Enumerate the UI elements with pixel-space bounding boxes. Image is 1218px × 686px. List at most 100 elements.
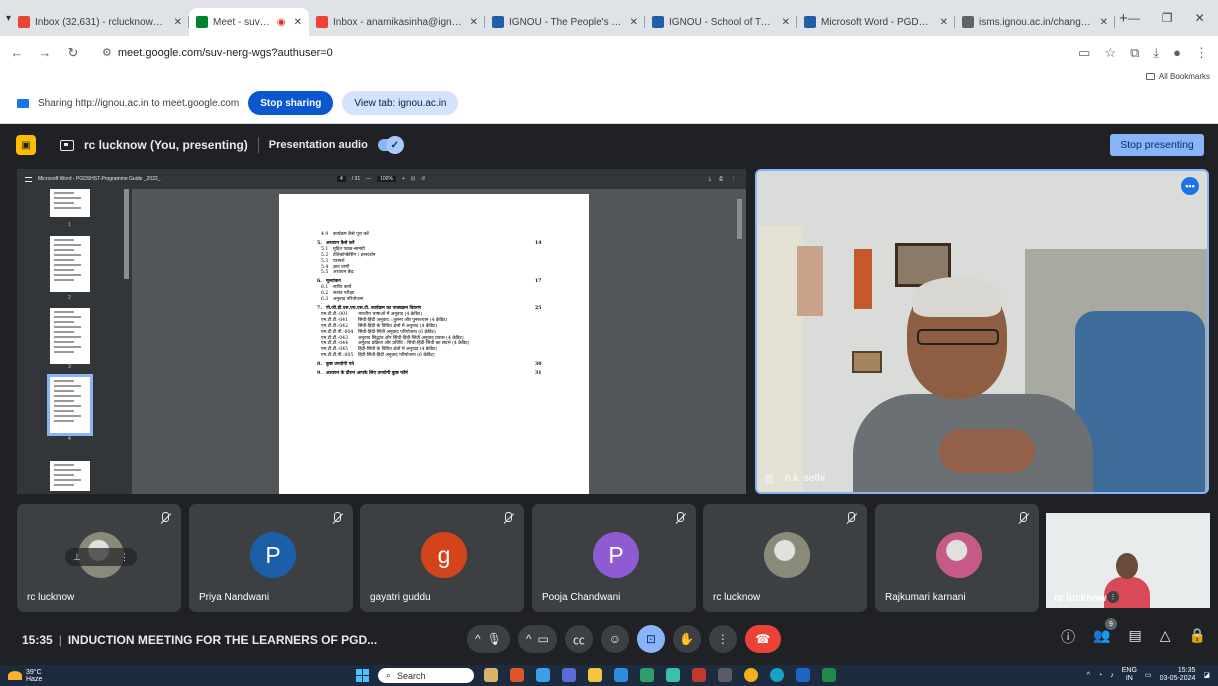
download-icon[interactable]: ⤓ (1153, 45, 1159, 61)
close-tab-icon[interactable]: ✕ (782, 17, 790, 28)
weather-widget[interactable]: 39°C Haze (8, 669, 42, 683)
app-icon[interactable] (692, 668, 706, 682)
app-icon[interactable] (640, 668, 654, 682)
taskbar-clock[interactable]: 15:35 03-05-2024 (1160, 667, 1196, 683)
chrome-icon[interactable] (744, 668, 758, 682)
main-speaker-video[interactable]: ••• h.k. sethi (755, 169, 1209, 494)
all-bookmarks-link[interactable]: All Bookmarks (1159, 72, 1210, 81)
word-icon[interactable] (796, 668, 810, 682)
windows-start-icon[interactable] (356, 669, 369, 682)
file-explorer-icon[interactable] (588, 668, 602, 682)
page-thumbnail[interactable] (50, 308, 90, 364)
pdf-print-icon[interactable]: ⎙ (719, 176, 723, 182)
extensions-icon[interactable]: ⧉ (1130, 45, 1139, 61)
participant-tile[interactable]: rc lucknow (703, 504, 867, 612)
app-icon[interactable] (770, 668, 784, 682)
page-thumbnail[interactable] (50, 236, 90, 292)
activities-icon[interactable]: △ (1160, 627, 1171, 647)
back-icon[interactable]: ← (10, 45, 24, 60)
page-thumbnail[interactable] (50, 461, 90, 491)
close-window-icon[interactable]: ✕ (1195, 11, 1205, 25)
cast-icon[interactable]: ▭ (1078, 45, 1090, 61)
participant-tile[interactable]: P Pooja Chandwani (532, 504, 696, 612)
app-icon[interactable] (718, 668, 732, 682)
presentation-audio-toggle[interactable]: ✓ (377, 136, 404, 154)
view-tab-button[interactable]: View tab: ignou.ac.in (342, 91, 459, 115)
close-tab-icon[interactable]: ✕ (294, 17, 302, 28)
participant-tile[interactable]: rc lucknow ⊥ ⋮ (17, 504, 181, 612)
restore-icon[interactable]: ❐ (1162, 11, 1173, 25)
rotate-icon[interactable]: ↺ (421, 176, 425, 182)
participant-tile[interactable]: Rajkumari karnani (875, 504, 1039, 612)
show-hidden-icon[interactable]: ^ (1087, 672, 1090, 679)
zoom-in-icon[interactable]: + (402, 176, 405, 182)
address-bar[interactable]: ⚙ meet.google.com/suv-nerg-wgs?authuser=… (94, 42, 974, 64)
close-tab-icon[interactable]: ✕ (470, 17, 478, 28)
network-icon[interactable]: ◔ (1098, 672, 1102, 679)
forward-icon[interactable]: → (38, 45, 52, 60)
tab-1[interactable]: Inbox (32,631) - rclucknow@ign ✕ (11, 8, 190, 36)
leave-call-button[interactable]: ☎ (744, 625, 781, 653)
participant-tile[interactable]: g gayatri guddu (360, 504, 524, 612)
reload-icon[interactable]: ↻ (66, 45, 80, 61)
bookmark-star-icon[interactable]: ☆ (1104, 45, 1116, 61)
tab-2[interactable]: Meet - suv-nerg-wgs ◉ ✕ (189, 8, 310, 36)
taskbar-search[interactable]: ⌕ Search (378, 668, 474, 683)
info-icon[interactable]: ⓘ (1061, 627, 1075, 647)
pdf-download-icon[interactable]: ⤓ (709, 176, 711, 182)
page-thumbnail[interactable] (47, 374, 93, 436)
video-more-options-icon[interactable]: ••• (1181, 177, 1199, 195)
fit-page-icon[interactable]: ⊡ (411, 176, 415, 182)
pin-icon[interactable] (765, 474, 773, 484)
host-controls-icon[interactable]: 🔒 (1189, 627, 1206, 647)
chat-icon[interactable]: ▤ (1129, 627, 1142, 647)
tab-5[interactable]: IGNOU - School of Translation ✕ (645, 8, 798, 36)
chevron-up-icon[interactable]: ^ (526, 632, 532, 646)
present-button[interactable]: ⊡ (636, 625, 665, 653)
people-icon[interactable]: 👥 (1093, 627, 1110, 647)
pdf-more-icon[interactable]: ⋮ (731, 176, 736, 182)
language-indicator[interactable]: ENG IN (1122, 667, 1137, 683)
participant-tile[interactable]: P Priya Nandwani (189, 504, 353, 612)
browser-menu-icon[interactable]: ⋮ (1195, 45, 1208, 61)
close-tab-icon[interactable]: ✕ (630, 17, 638, 28)
raise-hand-button[interactable]: ✋ (672, 625, 701, 653)
more-vert-icon[interactable]: ⋮ (120, 552, 129, 563)
store-icon[interactable] (614, 668, 628, 682)
app-icon[interactable] (510, 668, 524, 682)
stop-sharing-button[interactable]: Stop sharing (248, 91, 334, 115)
teams-icon[interactable] (562, 668, 576, 682)
tab-3[interactable]: Inbox - anamikasinha@ignou.ac ✕ (309, 8, 486, 36)
close-tab-icon[interactable]: ✕ (1100, 17, 1108, 28)
notification-icon[interactable]: ◪ (1203, 671, 1210, 679)
widget-icon[interactable] (484, 668, 498, 682)
pdf-scrollbar[interactable] (737, 199, 742, 239)
display-icon[interactable]: ▭ (1145, 671, 1152, 679)
tab-4[interactable]: IGNOU - The People's Universit ✕ (485, 8, 646, 36)
chevron-up-icon[interactable]: ^ (475, 632, 481, 646)
page-thumbnail[interactable] (50, 189, 90, 217)
camera-button[interactable]: ^ ▭ (517, 625, 557, 653)
tab-7[interactable]: isms.ignou.ac.in/changeadmdet ✕ (955, 8, 1116, 36)
page-number-input[interactable]: 4 (337, 176, 346, 182)
reactions-button[interactable]: ☺ (600, 625, 629, 653)
sound-icon[interactable]: ♪ (1110, 672, 1114, 679)
stop-presenting-button[interactable]: Stop presenting (1110, 134, 1204, 156)
thumbnail-scrollbar[interactable] (124, 189, 129, 279)
self-view-tile[interactable]: ⋮ rc lucknow (1046, 513, 1210, 608)
zoom-out-icon[interactable]: — (366, 176, 371, 182)
task-view-icon[interactable] (536, 668, 550, 682)
tab-6[interactable]: Microsoft Word - PGDSHS ✕ (797, 8, 956, 36)
pdf-menu-icon[interactable] (25, 176, 32, 182)
more-options-button[interactable]: ⋮ (708, 625, 737, 653)
minimize-icon[interactable]: — (1128, 11, 1140, 25)
self-view-options-icon[interactable]: ⋮ (1107, 591, 1119, 603)
pin-icon[interactable]: ⊥ (73, 552, 81, 563)
new-tab-button[interactable]: + (1119, 10, 1128, 27)
excel-icon[interactable] (822, 668, 836, 682)
edge-icon[interactable] (666, 668, 680, 682)
close-tab-icon[interactable]: ✕ (174, 17, 182, 28)
profile-icon[interactable]: ● (1173, 45, 1181, 61)
site-info-icon[interactable]: ⚙ (102, 46, 112, 59)
zoom-input[interactable]: 100% (377, 176, 396, 182)
